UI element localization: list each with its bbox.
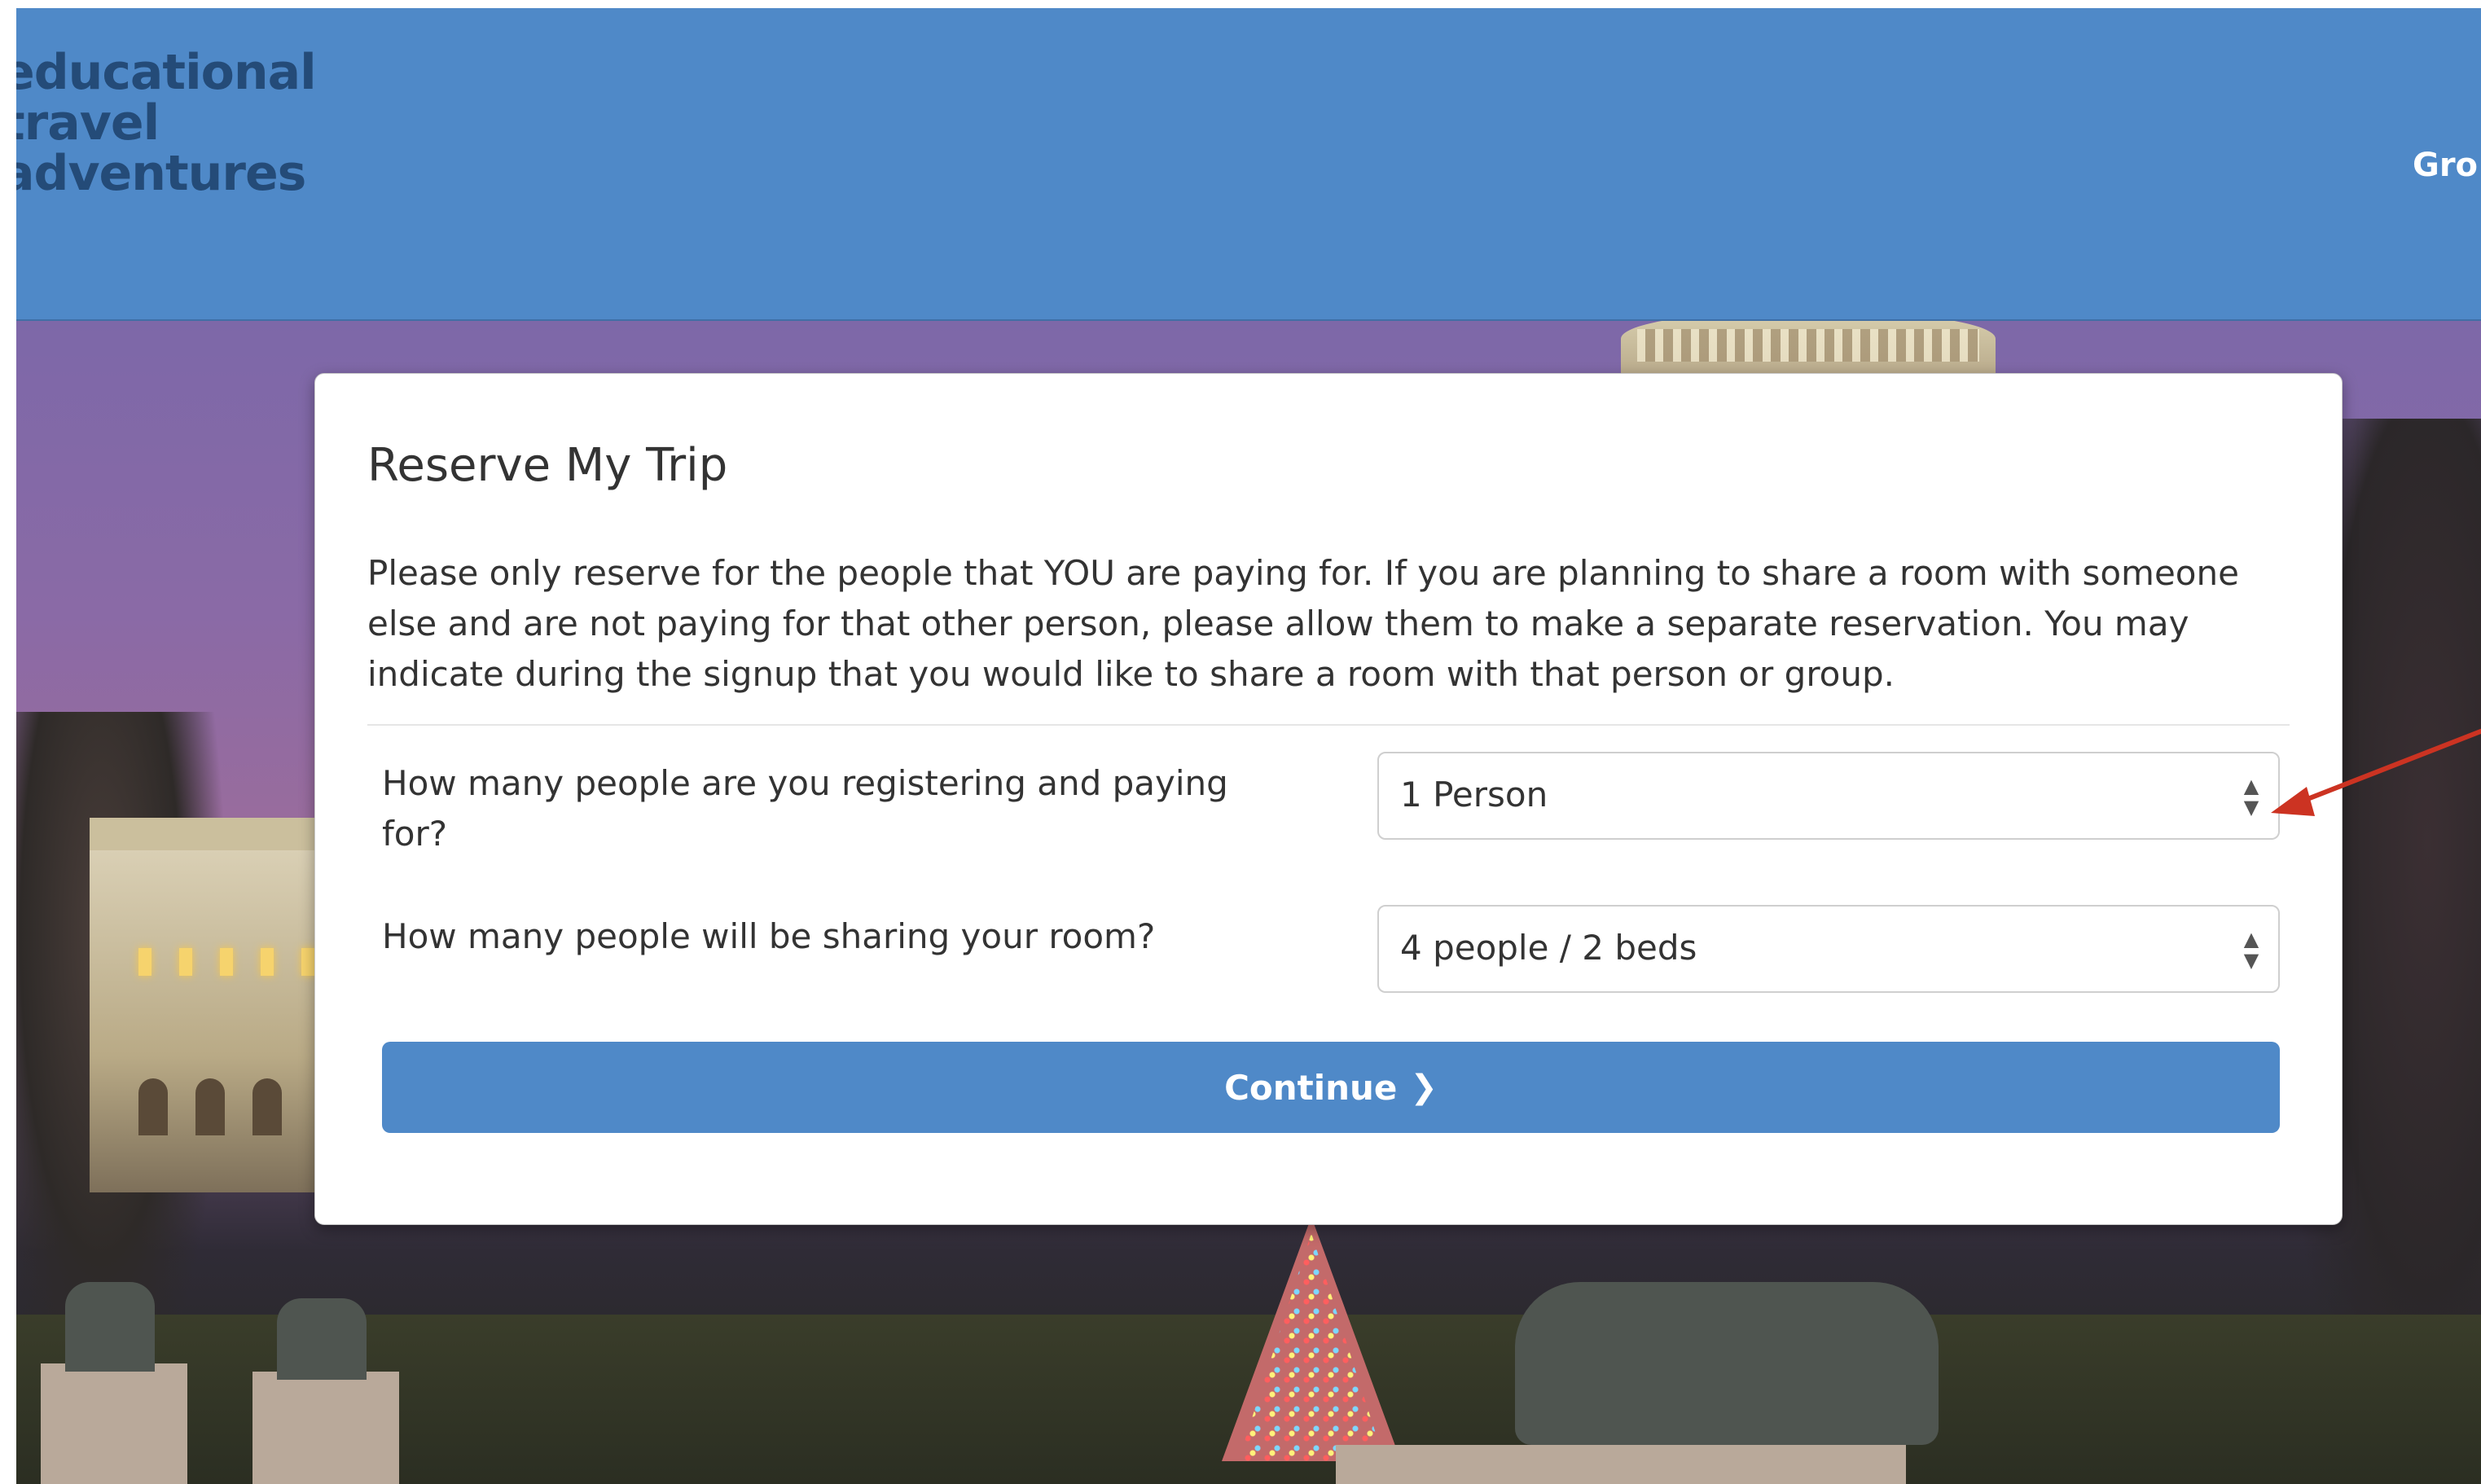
- lit-window: [301, 948, 314, 976]
- continue-button[interactable]: Continue ❯: [382, 1042, 2280, 1133]
- divider: [367, 724, 2290, 726]
- pedestal: [252, 1372, 399, 1484]
- arch: [195, 1078, 225, 1135]
- people-count-select[interactable]: 1 Person ▲ ▼: [1377, 752, 2280, 840]
- pedestal: [41, 1363, 187, 1484]
- lit-window: [179, 948, 192, 976]
- lit-window: [138, 948, 151, 976]
- logo-line-3: adventures: [16, 145, 306, 202]
- logo-line-2: travel: [16, 94, 160, 151]
- room-sharing-label: How many people will be sharing your roo…: [382, 916, 1156, 956]
- room-sharing-select[interactable]: 4 people / 2 beds ▲ ▼: [1377, 905, 2280, 993]
- room-sharing-value: 4 people / 2 beds: [1400, 928, 1697, 968]
- page-frame: educational travel adventures Gro Reserv…: [16, 8, 2481, 1484]
- annotation-arrow-icon: [2271, 728, 2481, 816]
- select-arrows-icon: ▲ ▼: [2243, 775, 2259, 819]
- chevron-right-icon: ❯: [1410, 1069, 1438, 1106]
- site-header: educational travel adventures Gro: [16, 8, 2481, 321]
- grant-memorial-statue: [1515, 1282, 1939, 1445]
- people-count-label: How many people are you registering and …: [382, 763, 1228, 854]
- nav-link-groups[interactable]: Gro: [2413, 147, 2478, 184]
- lit-window: [261, 948, 274, 976]
- select-arrows-icon: ▲ ▼: [2243, 928, 2259, 972]
- arch: [252, 1078, 282, 1135]
- capitol-dome-columns: [1637, 329, 1979, 362]
- modal-title: Reserve My Trip: [367, 439, 728, 492]
- reserve-trip-modal: Reserve My Trip Please only reserve for …: [314, 373, 2343, 1225]
- continue-label: Continue: [1224, 1067, 1398, 1108]
- arch: [138, 1078, 168, 1135]
- lit-window: [220, 948, 233, 976]
- modal-description: Please only reserve for the people that …: [367, 553, 2239, 694]
- lion-statue: [65, 1282, 155, 1372]
- site-logo[interactable]: educational travel adventures: [16, 44, 317, 202]
- people-count-value: 1 Person: [1400, 775, 1548, 814]
- logo-line-1: educational: [16, 44, 317, 101]
- pedestal: [1336, 1445, 1906, 1484]
- lion-statue: [277, 1298, 367, 1380]
